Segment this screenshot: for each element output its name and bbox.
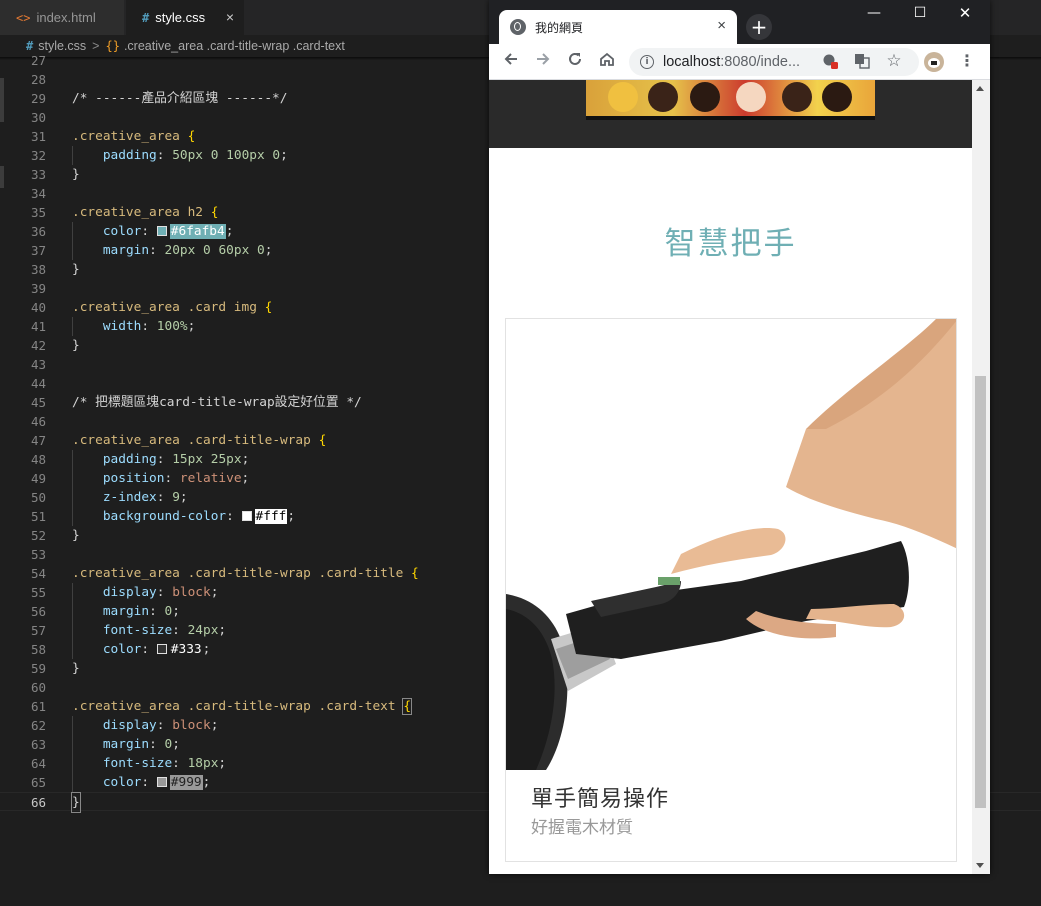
- close-tab-icon[interactable]: ×: [717, 17, 726, 34]
- css-file-icon: #: [142, 10, 150, 25]
- banner-image: [586, 80, 875, 120]
- section-title: 智慧把手: [664, 226, 797, 262]
- product-card: 單手簡易操作 好握電木材質: [505, 318, 957, 862]
- minimize-button[interactable]: —: [852, 2, 896, 24]
- reload-icon: [569, 52, 581, 65]
- reload-button[interactable]: [563, 50, 587, 74]
- vertical-scrollbar[interactable]: [972, 80, 990, 874]
- menu-icon[interactable]: ⋮: [959, 51, 975, 71]
- color-swatch[interactable]: [156, 644, 167, 654]
- color-swatch[interactable]: [241, 511, 252, 521]
- card-text: 好握電木材質: [531, 818, 633, 838]
- card-title: 單手簡易操作: [531, 787, 670, 812]
- card-image-pan-handle: [506, 319, 956, 770]
- scroll-up-arrow-icon[interactable]: [976, 86, 984, 91]
- tab-style-css[interactable]: # style.css ×: [126, 0, 244, 35]
- url-rest: :8080/inde...: [720, 54, 801, 70]
- page-viewport: 智慧把手 單手簡易操作 好握電木材質: [489, 80, 972, 874]
- arrow-left-icon: [504, 53, 517, 65]
- close-window-button[interactable]: ✕: [943, 2, 987, 24]
- arrow-right-icon: [537, 53, 550, 65]
- bookmark-star-icon[interactable]: ☆: [886, 53, 902, 70]
- browser-tab[interactable]: 我的網頁 ×: [499, 10, 737, 44]
- browser-toolbar: i localhost:8080/inde... ☆ ⋮: [489, 44, 990, 80]
- tab-label: index.html: [36, 10, 96, 25]
- scroll-down-arrow-icon[interactable]: [976, 863, 984, 868]
- tab-label: style.css: [155, 10, 206, 25]
- scrollbar-thumb[interactable]: [975, 376, 986, 808]
- globe-icon: [510, 19, 526, 35]
- translate-icon[interactable]: [854, 53, 870, 69]
- home-icon: [600, 52, 614, 66]
- blocked-cookie-icon[interactable]: [822, 53, 838, 69]
- html-file-icon: <>: [16, 10, 31, 25]
- forward-button[interactable]: [531, 50, 555, 74]
- home-button[interactable]: [595, 50, 619, 74]
- browser-titlebar: 我的網頁 × + — ☐ ✕: [489, 0, 990, 44]
- color-swatch[interactable]: [156, 777, 167, 787]
- color-swatch[interactable]: [156, 226, 167, 236]
- maximize-button[interactable]: ☐: [898, 2, 942, 24]
- profile-avatar[interactable]: [924, 52, 944, 72]
- back-button[interactable]: [499, 50, 523, 74]
- browser-tab-title: 我的網頁: [535, 20, 584, 35]
- card-title-wrap: 單手簡易操作 好握電木材質: [506, 770, 956, 856]
- url-host: localhost: [663, 54, 721, 70]
- tab-index-html[interactable]: <> index.html: [0, 0, 125, 35]
- new-tab-button[interactable]: +: [746, 14, 772, 40]
- browser-window: 我的網頁 × + — ☐ ✕ i localhost:8080/inde...: [489, 0, 990, 874]
- close-tab-icon[interactable]: ×: [226, 9, 234, 25]
- info-icon[interactable]: i: [640, 55, 654, 69]
- address-bar[interactable]: i localhost:8080/inde...: [629, 48, 919, 76]
- header-band: [489, 80, 972, 148]
